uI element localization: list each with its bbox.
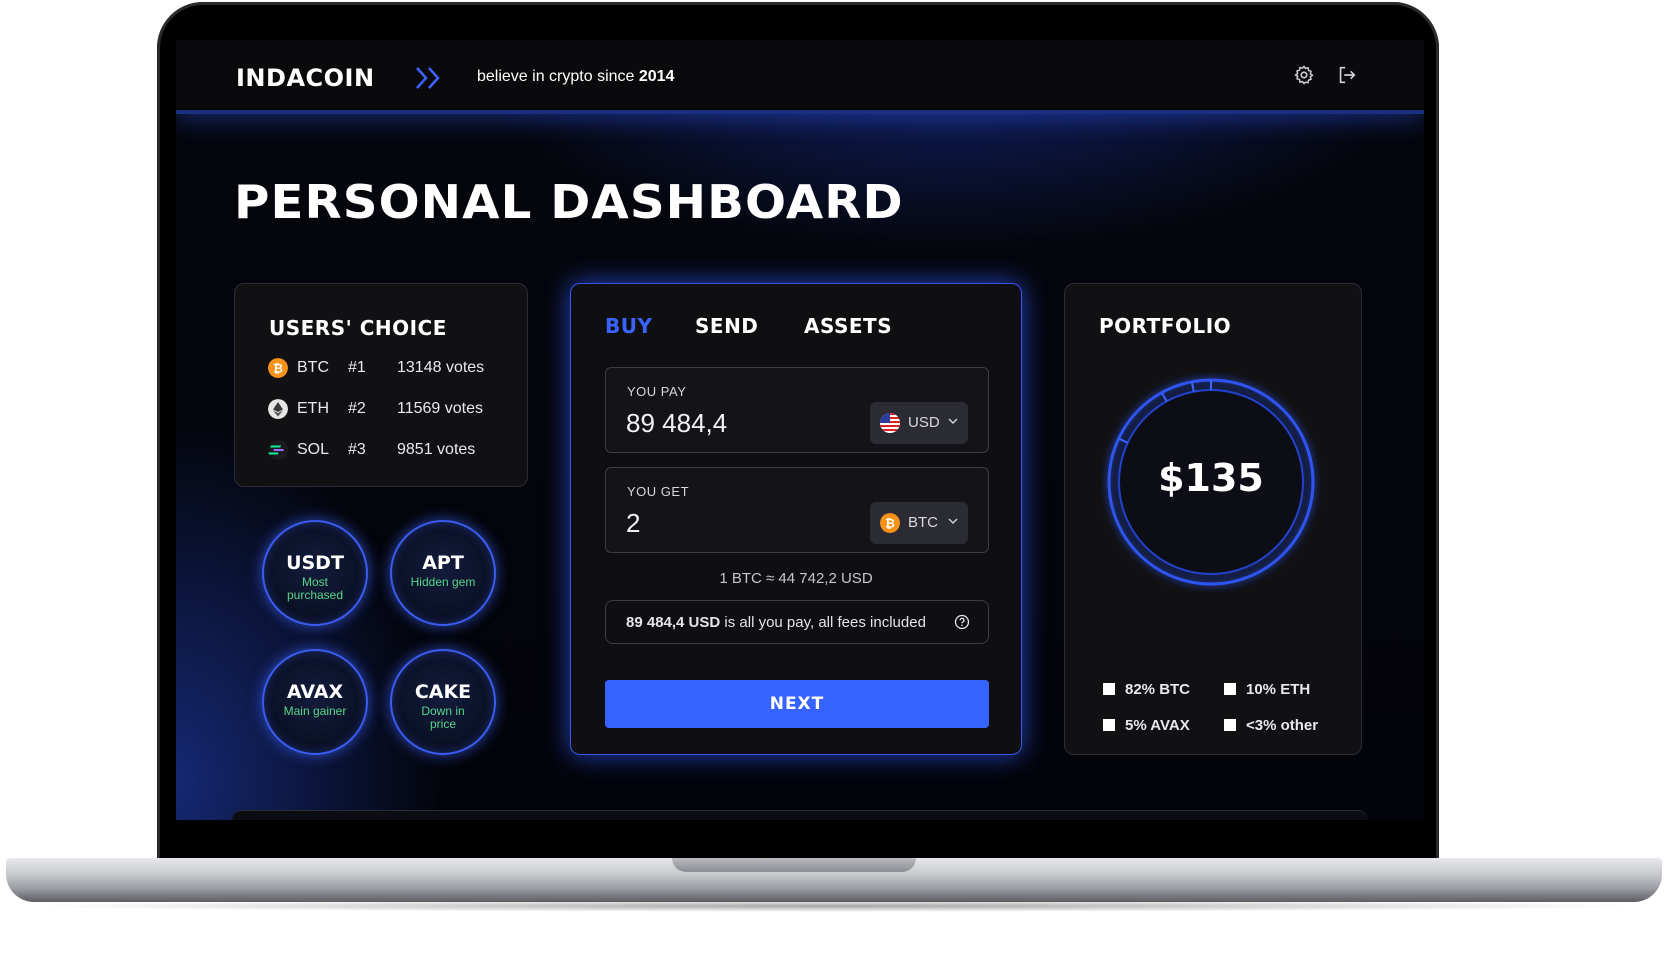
you-get-field: YOU GET ₿ BTC: [605, 467, 989, 553]
legend-label: 10% ETH: [1246, 681, 1311, 698]
laptop-shadow: [20, 900, 1648, 912]
laptop-notch: [672, 858, 916, 872]
top-header: INDACOIN believe in crypto since 2014: [176, 40, 1424, 114]
sol-coin-icon: [268, 440, 288, 460]
portfolio-card: PORTFOLIO $135 82% BTC 10% ETH 5% AVAX <…: [1064, 283, 1362, 755]
fee-description: is all you pay, all fees included: [720, 614, 926, 631]
legend-label: 5% AVAX: [1125, 717, 1190, 734]
chevron-down-icon: [948, 418, 958, 425]
legend-label: 82% BTC: [1125, 681, 1191, 698]
coin-rank: #2: [348, 400, 366, 417]
dashboard-screen: INDACOIN believe in crypto since 2014 PE…: [176, 40, 1424, 820]
fee-amount: 89 484,4 USD: [626, 614, 721, 631]
legend-swatch: [1103, 719, 1115, 731]
bubble-title: AVAX: [286, 681, 344, 703]
tab-buy[interactable]: BUY: [605, 314, 652, 338]
bubble-subtitle: Hidden gem: [410, 575, 476, 589]
users-choice-row[interactable]: SOL #3 9851 votes: [268, 438, 508, 462]
fee-notice: 89 484,4 USD is all you pay, all fees in…: [605, 600, 989, 644]
donut-segment-divider: [1118, 437, 1129, 444]
svg-text:₿: ₿: [273, 362, 283, 376]
get-currency-code: BTC: [908, 514, 938, 531]
users-choice-row[interactable]: ₿ BTC #1 13148 votes: [268, 356, 508, 380]
gear-icon[interactable]: [1293, 64, 1315, 86]
double-chevron-icon: [416, 67, 440, 89]
pay-currency-select[interactable]: USD: [870, 402, 968, 444]
bubble-subtitle: Down in price: [421, 704, 465, 731]
coin-symbol: BTC: [297, 359, 329, 376]
coin-votes: 13148 votes: [397, 359, 485, 376]
fee-text: 89 484,4 USD is all you pay, all fees in…: [626, 614, 926, 631]
tagline: believe in crypto since 2014: [477, 68, 674, 86]
tab-send[interactable]: SEND: [695, 314, 758, 338]
btc-coin-icon: ₿: [268, 358, 288, 378]
bubble-cake[interactable]: CAKE Down in price: [390, 649, 496, 755]
logout-icon[interactable]: [1336, 64, 1358, 86]
tagline-year: 2014: [638, 68, 675, 85]
legend-swatch: [1103, 683, 1115, 695]
coin-rank: #3: [348, 441, 366, 458]
svg-text:₿: ₿: [885, 517, 895, 531]
help-circle-icon[interactable]: [954, 614, 970, 630]
portfolio-total: $135: [1158, 456, 1264, 500]
brand-logo[interactable]: INDACOIN: [236, 64, 375, 92]
users-choice-card: USERS' CHOICE ₿ BTC #1 13148 votes ETH #…: [234, 283, 528, 487]
coin-votes: 9851 votes: [397, 441, 476, 458]
coin-symbol: SOL: [297, 441, 330, 458]
legend-swatch: [1224, 719, 1236, 731]
legend-label: <3% other: [1246, 717, 1319, 734]
btc-coin-icon: ₿: [880, 513, 900, 533]
donut-segment-divider: [1160, 392, 1168, 402]
page-title: PERSONAL DASHBOARD: [234, 175, 904, 229]
you-pay-field: YOU PAY USD: [605, 367, 989, 453]
you-get-label: YOU GET: [627, 484, 690, 499]
you-pay-label: YOU PAY: [627, 384, 687, 399]
bubble-usdt[interactable]: USDT Most purchased: [262, 520, 368, 626]
portfolio-title: PORTFOLIO: [1099, 314, 1232, 338]
users-choice-row[interactable]: ETH #2 11569 votes: [268, 397, 508, 421]
us-flag-icon: [880, 413, 900, 433]
pay-currency-code: USD: [908, 414, 940, 431]
bubble-title: CAKE: [414, 681, 472, 703]
next-button[interactable]: NEXT: [605, 680, 989, 728]
tagline-text: believe in crypto since: [477, 68, 639, 85]
coin-votes: 11569 votes: [397, 400, 483, 417]
donut-segment-divider: [1190, 381, 1195, 392]
coin-rank: #1: [348, 359, 366, 376]
exchange-rate: 1 BTC ≈ 44 742,2 USD: [719, 570, 873, 587]
legend-swatch: [1224, 683, 1236, 695]
users-choice-title: USERS' CHOICE: [269, 316, 447, 340]
bubble-title: APT: [422, 552, 464, 574]
chevron-down-icon: [948, 518, 958, 525]
bubble-title: USDT: [286, 552, 344, 574]
tab-assets[interactable]: ASSETS: [804, 314, 892, 338]
bubble-avax[interactable]: AVAX Main gainer: [262, 649, 368, 755]
you-get-input[interactable]: [626, 508, 846, 539]
coin-symbol: ETH: [297, 400, 329, 417]
bubble-apt[interactable]: APT Hidden gem: [390, 520, 496, 626]
bubble-subtitle: Main gainer: [283, 704, 347, 718]
eth-coin-icon: [268, 399, 288, 419]
bubble-subtitle: Most purchased: [286, 575, 344, 602]
get-currency-select[interactable]: ₿ BTC: [870, 502, 968, 544]
you-pay-input[interactable]: [626, 408, 846, 439]
exchange-card: BUY SEND ASSETS YOU PAY USD YOU GET: [570, 283, 1022, 755]
bottom-panel-edge: [232, 810, 1368, 820]
